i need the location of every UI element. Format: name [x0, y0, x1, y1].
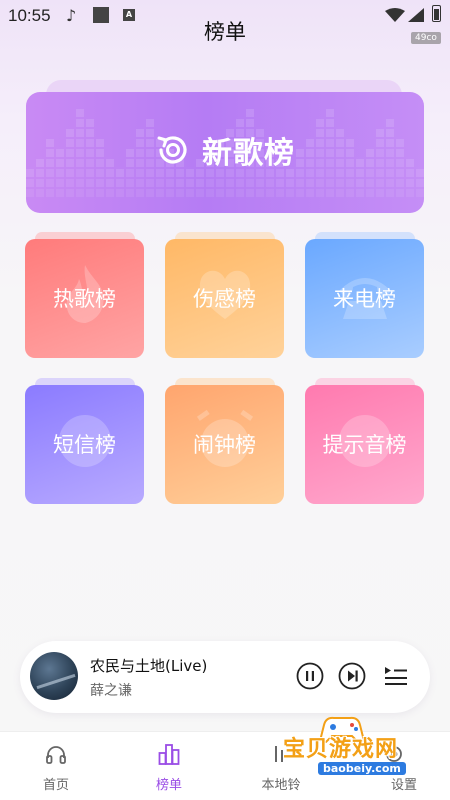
nav-label: 榜单	[155, 778, 182, 793]
chart-tile-6[interactable]: 提示音榜	[305, 385, 424, 504]
chart-tile-3[interactable]: 来电榜	[305, 239, 424, 358]
chart-tile-4[interactable]: 短信榜	[25, 385, 144, 504]
chart-tile-2[interactable]: 伤感榜	[165, 239, 284, 358]
mini-player[interactable]: 农民与土地(Live) 薛之谦	[20, 641, 430, 713]
chart-tile-1[interactable]: 热歌榜	[25, 239, 144, 358]
chart-bars-icon	[158, 744, 180, 765]
tile-label: 闹钟榜	[193, 433, 256, 457]
pause-icon[interactable]	[296, 662, 324, 690]
album-cover[interactable]	[30, 652, 78, 700]
tile-label: 热歌榜	[53, 287, 116, 311]
next-icon[interactable]	[338, 662, 366, 690]
nav-charts[interactable]: 榜单	[119, 732, 219, 800]
banner-label: 新歌榜	[202, 136, 296, 171]
new-release-icon	[157, 136, 187, 164]
tile-label: 伤感榜	[193, 287, 256, 311]
nav-home[interactable]: 首页	[6, 732, 106, 800]
song-title: 农民与土地(Live)	[90, 657, 208, 675]
page-title: 榜单	[204, 20, 246, 44]
tile-label: 提示音榜	[322, 433, 407, 457]
watermark-text: 宝贝游戏网	[283, 737, 399, 762]
nav-label: 本地铃	[261, 778, 301, 793]
playlist-icon[interactable]	[382, 662, 410, 690]
song-artist: 薛之谦	[90, 683, 132, 699]
new-songs-chart-button[interactable]: 新歌榜	[26, 92, 424, 213]
screen: 10:55 ♪ A 49co 榜单 新歌榜 热歌榜 伤感榜 来电榜 短信榜 闹钟榜 提示音…	[0, 0, 450, 800]
banner-content: 新歌榜	[26, 128, 424, 172]
nav-label: 首页	[42, 778, 69, 793]
watermark-url: baobeiy.com	[318, 762, 406, 775]
nav-label: 设置	[390, 778, 417, 793]
chart-tile-5[interactable]: 闹钟榜	[165, 385, 284, 504]
tile-label: 来电榜	[333, 287, 396, 311]
tile-label: 短信榜	[53, 433, 116, 457]
headphones-icon	[46, 746, 66, 764]
